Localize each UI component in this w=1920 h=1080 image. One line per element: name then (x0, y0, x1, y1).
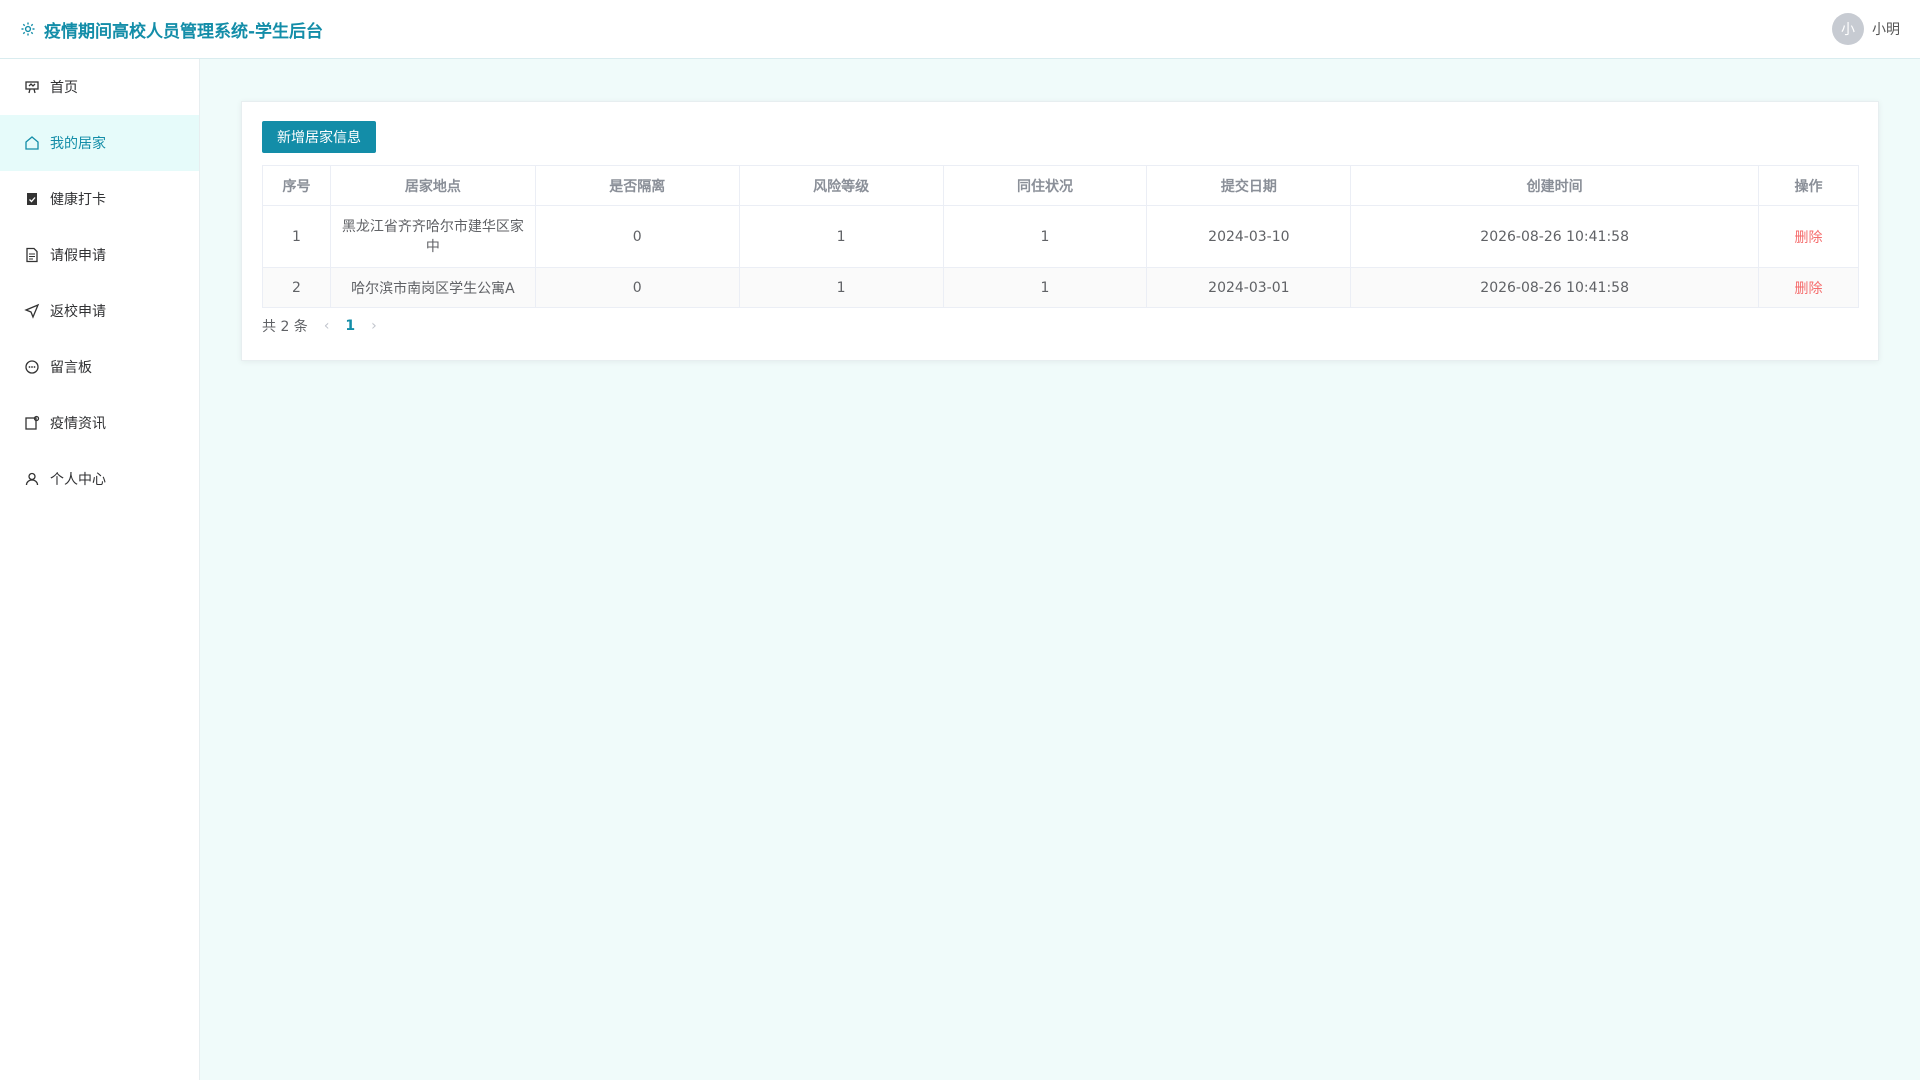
cell-cohabit: 1 (942, 205, 1148, 268)
user-icon (24, 471, 40, 487)
prev-page-icon[interactable]: ‹ (324, 318, 330, 334)
header-risk-level: 风险等级 (738, 165, 944, 206)
gear-icon (20, 21, 36, 37)
next-page-icon[interactable]: › (371, 318, 377, 334)
send-icon (24, 303, 40, 319)
cell-submit-date: 2024-03-01 (1146, 267, 1352, 308)
sidebar-item-label: 个人中心 (50, 472, 106, 488)
header-cohabit: 同住状况 (942, 165, 1148, 206)
clipboard-check-icon (24, 191, 40, 207)
sidebar-item-label: 请假申请 (50, 248, 106, 264)
cell-address: 黑龙江省齐齐哈尔市建华区家中 (329, 205, 536, 268)
sidebar-item-label: 疫情资讯 (50, 416, 106, 432)
cell-isolated: 0 (534, 205, 740, 268)
sidebar-item-my-home[interactable]: 我的居家 (0, 115, 199, 171)
sidebar: 首页 我的居家 健康打卡 请假申请 返校申请 留言板 疫情资讯 个人中心 (0, 59, 200, 1080)
header-address: 居家地点 (329, 165, 536, 206)
cell-submit-date: 2024-03-10 (1146, 205, 1352, 268)
sidebar-item-leave-request[interactable]: 请假申请 (0, 227, 199, 283)
sidebar-item-home[interactable]: 首页 (0, 59, 199, 115)
chat-icon (24, 359, 40, 375)
cell-operation: 删除 (1758, 267, 1859, 308)
table-row: 2 哈尔滨市南岗区学生公寓A 0 1 1 2024-03-01 2026-08-… (262, 267, 1859, 308)
sidebar-item-label: 我的居家 (50, 136, 106, 152)
delete-button[interactable]: 删除 (1795, 281, 1823, 297)
sidebar-item-return-request[interactable]: 返校申请 (0, 283, 199, 339)
header-operation: 操作 (1758, 165, 1859, 206)
sidebar-item-label: 留言板 (50, 360, 92, 376)
sidebar-item-label: 首页 (50, 80, 78, 96)
sidebar-item-label: 返校申请 (50, 304, 106, 320)
sidebar-item-message-board[interactable]: 留言板 (0, 339, 199, 395)
presentation-icon (24, 79, 40, 95)
avatar[interactable]: 小 (1832, 13, 1864, 45)
user-menu[interactable]: 小 小明 (1832, 13, 1900, 45)
document-icon (24, 247, 40, 263)
cell-risk-level: 1 (738, 205, 944, 268)
header-created-time: 创建时间 (1350, 165, 1760, 206)
brand: 疫情期间高校人员管理系统-学生后台 (20, 17, 323, 42)
total-count: 共 2 条 (262, 319, 308, 335)
pagination: 共 2 条 ‹ 1 › (262, 316, 1858, 336)
page-number[interactable]: 1 (345, 318, 355, 334)
cell-risk-level: 1 (738, 267, 944, 308)
cell-index: 2 (262, 267, 331, 308)
username[interactable]: 小明 (1872, 19, 1900, 39)
table-header-row: 序号 居家地点 是否隔离 风险等级 同住状况 提交日期 创建时间 操作 (262, 165, 1859, 206)
cell-address: 哈尔滨市南岗区学生公寓A (329, 267, 536, 308)
table-row: 1 黑龙江省齐齐哈尔市建华区家中 0 1 1 2024-03-10 2026-0… (262, 205, 1859, 268)
top-header: 疫情期间高校人员管理系统-学生后台 小 小明 (0, 0, 1920, 59)
news-icon (24, 415, 40, 431)
header-isolated: 是否隔离 (534, 165, 740, 206)
home-info-card: 新增居家信息 序号 居家地点 是否隔离 风险等级 同住状况 提交日期 创建时间 … (241, 101, 1879, 361)
sidebar-item-label: 健康打卡 (50, 192, 106, 208)
header-submit-date: 提交日期 (1146, 165, 1352, 206)
cell-operation: 删除 (1758, 205, 1859, 268)
cell-isolated: 0 (534, 267, 740, 308)
delete-button[interactable]: 删除 (1795, 230, 1823, 246)
sidebar-item-health-checkin[interactable]: 健康打卡 (0, 171, 199, 227)
cell-cohabit: 1 (942, 267, 1148, 308)
home-icon (24, 135, 40, 151)
main-content: 新增居家信息 序号 居家地点 是否隔离 风险等级 同住状况 提交日期 创建时间 … (200, 59, 1920, 1080)
cell-index: 1 (262, 205, 331, 268)
sidebar-item-profile[interactable]: 个人中心 (0, 451, 199, 507)
add-home-info-button[interactable]: 新增居家信息 (262, 121, 376, 153)
cell-created-time: 2026-08-26 10:41:58 (1350, 267, 1760, 308)
app-title: 疫情期间高校人员管理系统-学生后台 (44, 21, 324, 42)
cell-created-time: 2026-08-26 10:41:58 (1350, 205, 1760, 268)
header-index: 序号 (262, 165, 331, 206)
sidebar-item-epidemic-news[interactable]: 疫情资讯 (0, 395, 199, 451)
home-info-table: 序号 居家地点 是否隔离 风险等级 同住状况 提交日期 创建时间 操作 1 黑龙… (262, 165, 1859, 308)
